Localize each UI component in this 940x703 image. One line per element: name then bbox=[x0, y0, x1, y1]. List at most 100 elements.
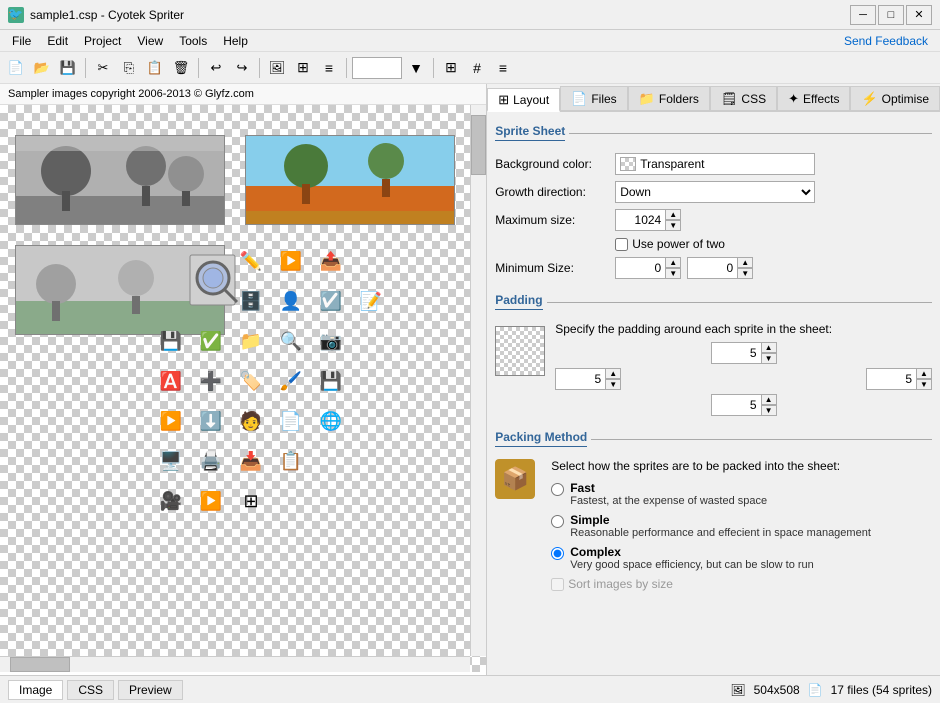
save-button[interactable] bbox=[56, 56, 80, 80]
padding-right-up[interactable]: ▲ bbox=[916, 368, 932, 379]
open-button[interactable] bbox=[30, 56, 54, 80]
packing-title: Packing Method bbox=[495, 430, 587, 447]
tab-files[interactable]: 📄 Files bbox=[560, 86, 628, 110]
padding-left-input[interactable] bbox=[555, 368, 605, 390]
menu-view[interactable]: View bbox=[129, 32, 171, 50]
tab-folders[interactable]: 📁 Folders bbox=[628, 86, 710, 110]
copy-icon bbox=[124, 59, 134, 76]
copy-button[interactable] bbox=[117, 56, 141, 80]
transparent-swatch bbox=[620, 157, 636, 171]
menu-tools[interactable]: Tools bbox=[171, 32, 215, 50]
padding-left-up[interactable]: ▲ bbox=[605, 368, 621, 379]
add-image-icon bbox=[269, 59, 286, 76]
maximize-button[interactable]: □ bbox=[878, 5, 904, 25]
landscape2-svg bbox=[246, 136, 455, 225]
packing-description: Select how the sprites are to be packed … bbox=[551, 459, 932, 473]
redo-button[interactable] bbox=[230, 56, 254, 80]
tab-css[interactable]: 🗒 CSS bbox=[710, 86, 777, 110]
add-image-button[interactable] bbox=[265, 56, 289, 80]
padding-top-down[interactable]: ▼ bbox=[761, 353, 777, 364]
min-size-y-input[interactable] bbox=[687, 257, 737, 279]
feedback-link[interactable]: Send Feedback bbox=[844, 34, 936, 48]
menu-project[interactable]: Project bbox=[76, 32, 129, 50]
view-list-button[interactable]: ≡ bbox=[491, 56, 515, 80]
options-button[interactable] bbox=[317, 56, 341, 80]
padding-bottom-buttons: ▲ ▼ bbox=[761, 394, 777, 416]
status-size: 504x508 bbox=[754, 683, 800, 697]
max-size-input[interactable] bbox=[615, 209, 665, 231]
padding-top-buttons: ▲ ▼ bbox=[761, 342, 777, 364]
zoom-dropdown-button[interactable]: ▼ bbox=[404, 56, 428, 80]
minimize-button[interactable]: ─ bbox=[850, 5, 876, 25]
canvas-content[interactable]: ✏️ ▶️ 📤 🗄️ bbox=[0, 105, 486, 672]
min-size-x-up[interactable]: ▲ bbox=[665, 257, 681, 268]
status-size-icon: 🖼 bbox=[730, 683, 745, 697]
grid-button[interactable] bbox=[291, 56, 315, 80]
bg-color-control[interactable]: Transparent bbox=[615, 153, 815, 175]
menu-edit[interactable]: Edit bbox=[39, 32, 76, 50]
packing-section: Packing Method 📦 Select how the sprites … bbox=[495, 426, 932, 591]
vertical-scrollbar-thumb[interactable] bbox=[471, 115, 486, 175]
icon-tag: 🏷️ bbox=[235, 365, 267, 397]
tab-effects[interactable]: ✦ Effects bbox=[777, 86, 850, 110]
sort-checkbox[interactable] bbox=[551, 578, 564, 591]
use-power-text: Use power of two bbox=[632, 237, 725, 251]
tab-optimise[interactable]: ⚡ Optimise bbox=[850, 86, 940, 110]
min-size-x-input[interactable] bbox=[615, 257, 665, 279]
effects-tab-icon: ✦ bbox=[788, 91, 799, 107]
close-button[interactable]: ✕ bbox=[906, 5, 932, 25]
padding-bottom-input[interactable] bbox=[711, 394, 761, 416]
max-size-up-button[interactable]: ▲ bbox=[665, 209, 681, 220]
view-hex-button[interactable]: # bbox=[465, 56, 489, 80]
use-power-checkbox[interactable] bbox=[615, 238, 628, 251]
view-grid-button[interactable]: ⊞ bbox=[439, 56, 463, 80]
files-tab-icon: 📄 bbox=[571, 91, 587, 107]
vertical-scrollbar[interactable] bbox=[470, 105, 486, 656]
min-size-y-up[interactable]: ▲ bbox=[737, 257, 753, 268]
min-size-y-down[interactable]: ▼ bbox=[737, 268, 753, 279]
icon-search: 🔍 bbox=[275, 325, 307, 357]
radio-complex-row: Complex Very good space efficiency, but … bbox=[551, 545, 932, 571]
undo-button[interactable] bbox=[204, 56, 228, 80]
padding-left-down[interactable]: ▼ bbox=[605, 379, 621, 390]
cut-button[interactable] bbox=[91, 56, 115, 80]
status-tab-css[interactable]: CSS bbox=[67, 680, 114, 700]
paste-button[interactable] bbox=[143, 56, 167, 80]
use-power-label[interactable]: Use power of two bbox=[615, 237, 725, 251]
status-tab-image[interactable]: Image bbox=[8, 680, 63, 700]
sprite-sheet-title: Sprite Sheet bbox=[495, 124, 565, 141]
padding-right-down[interactable]: ▼ bbox=[916, 379, 932, 390]
titlebar-controls: ─ □ ✕ bbox=[850, 5, 932, 25]
radio-complex[interactable] bbox=[551, 547, 564, 560]
horizontal-scrollbar[interactable] bbox=[0, 656, 470, 672]
menu-file[interactable]: File bbox=[4, 32, 39, 50]
icon-globe: 🌐 bbox=[315, 405, 347, 437]
packing-options: Select how the sprites are to be packed … bbox=[551, 459, 932, 591]
tab-layout[interactable]: ⊞ Layout bbox=[487, 88, 560, 112]
menu-help[interactable]: Help bbox=[215, 32, 256, 50]
icon-save2: 💾 bbox=[155, 325, 187, 357]
optimise-tab-icon: ⚡ bbox=[861, 91, 877, 107]
radio-simple[interactable] bbox=[551, 515, 564, 528]
padding-bottom-down[interactable]: ▼ bbox=[761, 405, 777, 416]
zoom-input[interactable]: 100% bbox=[352, 57, 402, 79]
radio-fast[interactable] bbox=[551, 483, 564, 496]
min-size-x-spinner-buttons: ▲ ▼ bbox=[665, 257, 681, 279]
status-tab-preview[interactable]: Preview bbox=[118, 680, 183, 700]
toolbar: 100% ▼ ⊞ # ≡ bbox=[0, 52, 940, 84]
sprite-sheet-header: Sprite Sheet bbox=[495, 120, 932, 147]
growth-dir-select[interactable]: Down Right Both bbox=[615, 181, 815, 203]
padding-line bbox=[547, 302, 932, 303]
padding-bottom-up[interactable]: ▲ bbox=[761, 394, 777, 405]
max-size-down-button[interactable]: ▼ bbox=[665, 220, 681, 231]
horizontal-scrollbar-thumb[interactable] bbox=[10, 657, 70, 672]
growth-dir-label: Growth direction: bbox=[495, 185, 615, 199]
padding-top-up[interactable]: ▲ bbox=[761, 342, 777, 353]
delete-button[interactable] bbox=[169, 56, 193, 80]
padding-diagram bbox=[495, 326, 545, 376]
toolbar-sep-1 bbox=[85, 58, 86, 78]
min-size-x-down[interactable]: ▼ bbox=[665, 268, 681, 279]
new-button[interactable] bbox=[4, 56, 28, 80]
padding-right-input[interactable] bbox=[866, 368, 916, 390]
padding-top-input[interactable] bbox=[711, 342, 761, 364]
